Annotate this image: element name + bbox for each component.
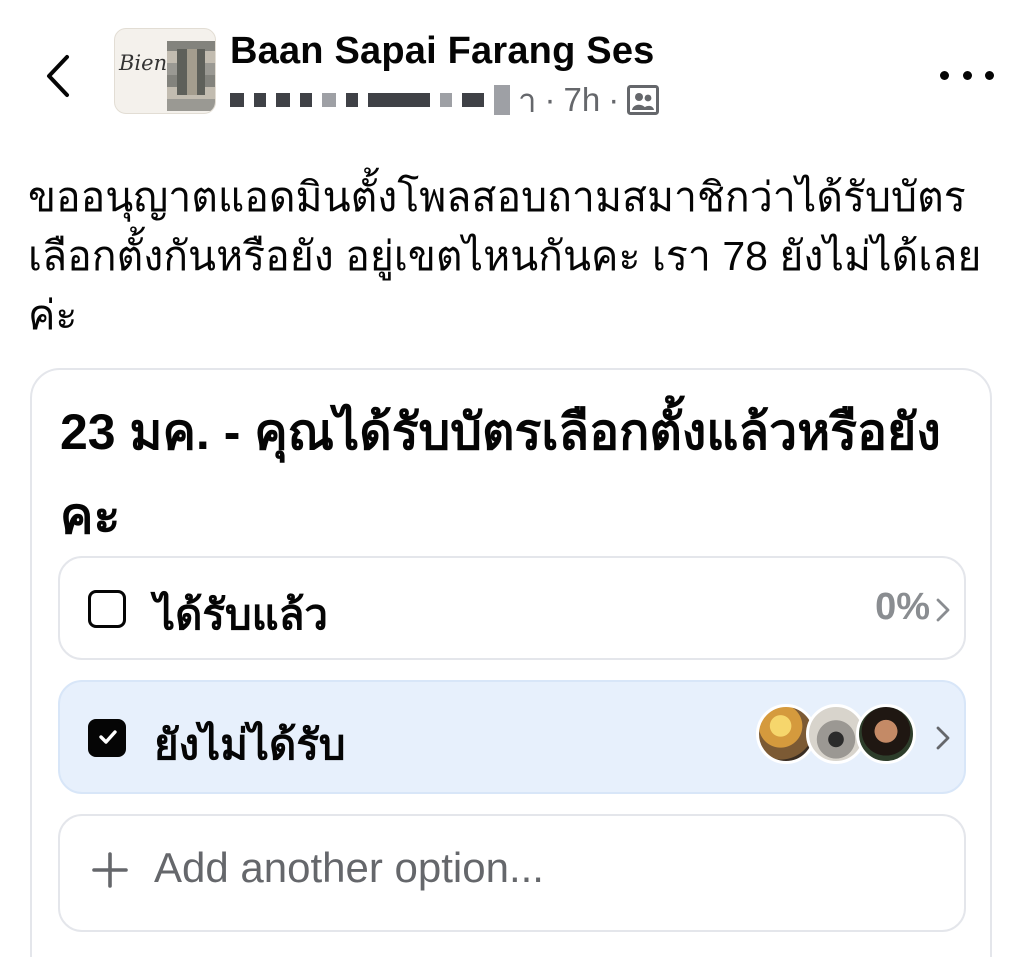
author-suffix: า — [518, 81, 537, 119]
more-options-button[interactable] — [940, 60, 994, 90]
group-name[interactable]: Baan Sapai Farang Ses — [230, 30, 654, 73]
poll-card: 23 มค. - คุณได้รับบัตรเลือกตั้งแล้วหรือย… — [30, 368, 992, 957]
poll-option-label: ได้รับแล้ว — [154, 591, 329, 638]
meta-separator: · — [608, 81, 620, 118]
post-view: Bien Baan Sapai Farang Ses า · 7h · ขออน… — [0, 0, 1024, 957]
meta-separator: · — [544, 81, 556, 118]
poll-option-selected[interactable]: ยังไม่ได้รับ — [58, 680, 966, 794]
checkbox-unchecked[interactable] — [88, 590, 126, 628]
chevron-right-icon — [936, 598, 950, 622]
add-option-label: Add another option... — [154, 844, 544, 891]
checkbox-checked[interactable] — [88, 719, 126, 757]
voter-avatar — [856, 704, 916, 764]
group-members-icon — [627, 85, 660, 115]
post-time[interactable]: 7h — [564, 81, 601, 119]
group-logo-text: Bien — [119, 51, 168, 75]
poll-question: 23 มค. - คุณได้รับบัตรเลือกตั้งแล้วหรือย… — [60, 404, 941, 544]
group-avatar[interactable]: Bien — [114, 28, 216, 114]
poll-option[interactable]: ได้รับแล้ว 0% — [58, 556, 966, 660]
voter-avatars[interactable] — [756, 704, 916, 768]
poll-option-percent: 0% — [875, 586, 930, 628]
plus-icon — [92, 852, 128, 888]
add-option-button[interactable]: Add another option... — [58, 814, 966, 932]
back-button[interactable] — [38, 50, 78, 102]
blurred-avatar-image-detail — [177, 49, 205, 95]
post-text: ขออนุญาตแอดมินตั้งโพลสอบถามสมาชิกว่าได้ร… — [28, 174, 982, 338]
redacted-author-name[interactable] — [230, 85, 510, 115]
post-meta: า · 7h · — [230, 80, 660, 120]
more-horizontal-icon — [940, 70, 949, 80]
chevron-right-icon — [936, 726, 950, 750]
poll-option-label: ยังไม่ได้รับ — [154, 721, 346, 768]
checkmark-icon — [99, 730, 117, 744]
chevron-left-icon — [47, 55, 69, 97]
